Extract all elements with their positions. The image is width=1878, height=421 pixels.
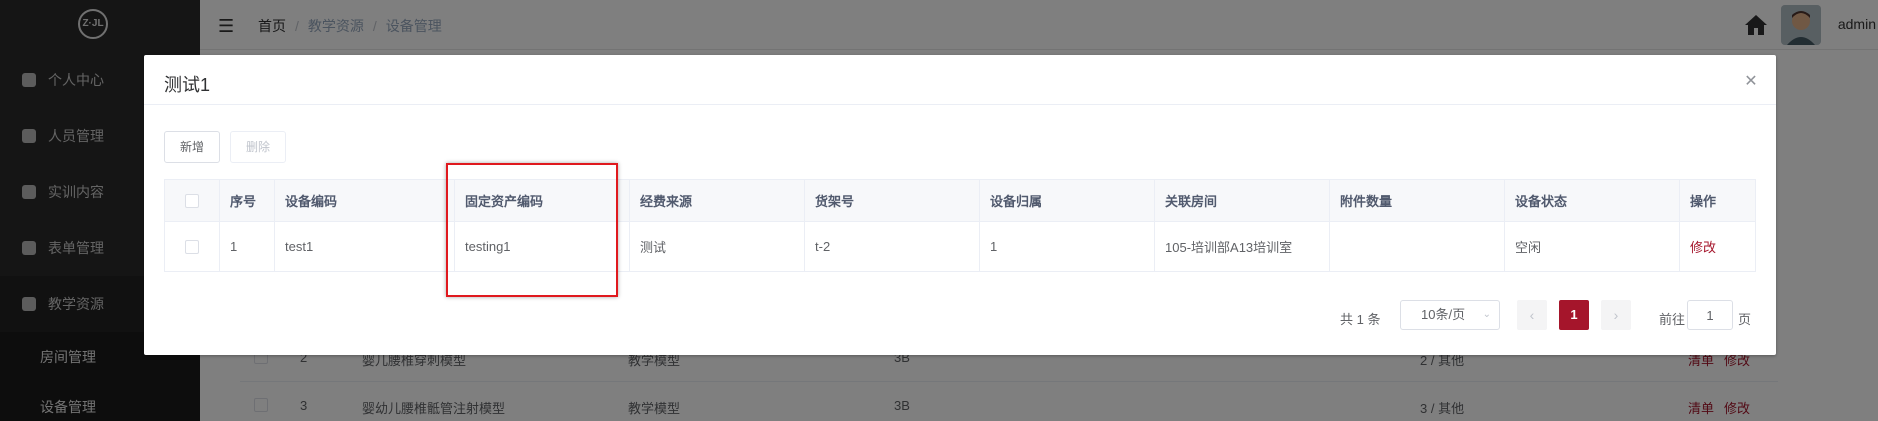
row-checkbox[interactable]: [185, 239, 199, 254]
prev-page-button[interactable]: ‹: [1517, 300, 1547, 330]
goto-label: 前往: [1659, 312, 1686, 327]
cell-shelf: t-2: [805, 222, 980, 271]
pagination-total: 共 1 条: [1340, 312, 1381, 327]
column-header[interactable]: 经费来源: [630, 180, 805, 221]
cell-index: 1: [220, 222, 275, 271]
column-header[interactable]: 设备编码: [275, 180, 455, 221]
row-select-cell: [165, 222, 220, 271]
cell-room: 105-培训部A13培训室: [1155, 222, 1330, 271]
goto-page-input[interactable]: [1687, 300, 1733, 330]
highlight-box: [446, 163, 618, 297]
column-header[interactable]: 货架号: [805, 180, 980, 221]
table-row: 1 test1 testing1 测试 t-2 1 105-培训部A13培训室 …: [165, 222, 1755, 271]
dialog-divider: [144, 104, 1776, 105]
next-page-button[interactable]: ›: [1601, 300, 1631, 330]
delete-button[interactable]: 删除: [230, 131, 287, 163]
device-dialog: 测试1 ✕ 新增 删除 序号 设备编码 固定资产编码 经费来源 货架号 设备归属…: [144, 55, 1776, 355]
column-header[interactable]: 设备归属: [980, 180, 1155, 221]
cell-actions: 修改: [1680, 222, 1755, 271]
column-header[interactable]: 序号: [220, 180, 275, 221]
column-header[interactable]: 附件数量: [1330, 180, 1505, 221]
device-table: 序号 设备编码 固定资产编码 经费来源 货架号 设备归属 关联房间 附件数量 设…: [164, 179, 1756, 272]
page-number-current[interactable]: 1: [1559, 300, 1589, 330]
page-size-value: 10条/页: [1421, 307, 1466, 322]
column-header[interactable]: 关联房间: [1155, 180, 1330, 221]
cell-funding: 测试: [630, 222, 805, 271]
select-all-checkbox[interactable]: [185, 193, 199, 208]
cell-owner: 1: [980, 222, 1155, 271]
edit-link[interactable]: 修改: [1690, 237, 1716, 256]
cell-attachments: [1330, 222, 1505, 271]
select-all-cell: [165, 180, 220, 221]
table-header-row: 序号 设备编码 固定资产编码 经费来源 货架号 设备归属 关联房间 附件数量 设…: [165, 180, 1755, 222]
column-header[interactable]: 设备状态: [1505, 180, 1680, 221]
close-icon[interactable]: ✕: [1744, 74, 1758, 90]
column-header: 操作: [1680, 180, 1755, 221]
add-button[interactable]: 新增: [164, 131, 221, 163]
page-suffix-label: 页: [1738, 312, 1752, 327]
cell-device-code: test1: [275, 222, 455, 271]
cell-status: 空闲: [1505, 222, 1680, 271]
chevron-down-icon: ⌄: [1482, 309, 1491, 320]
page-size-select[interactable]: 10条/页 ⌄: [1400, 300, 1500, 330]
dialog-title: 测试1: [164, 75, 211, 95]
